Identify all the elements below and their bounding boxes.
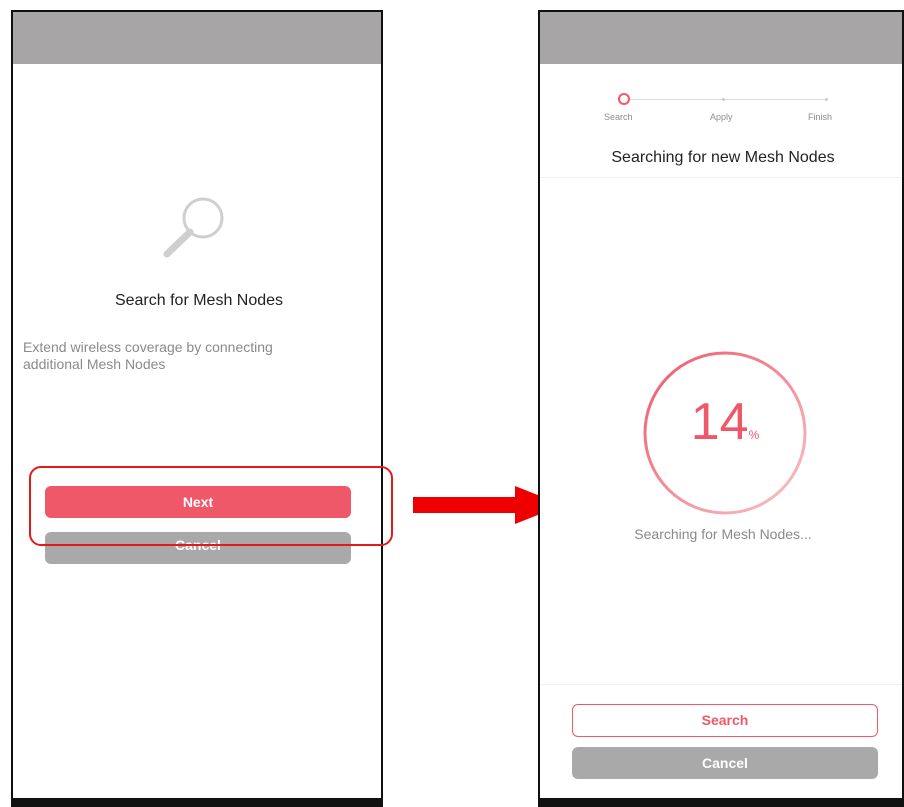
step-label-finish: Finish: [808, 112, 833, 122]
step-label-apply: Apply: [710, 112, 733, 122]
stepper: Search Apply Finish: [540, 90, 902, 130]
navigation-bar: [13, 798, 381, 805]
description-text: Extend wireless coverage by connecting a…: [23, 339, 273, 372]
page-title: Searching for new Mesh Nodes: [611, 149, 835, 166]
step-dot-search: [618, 93, 630, 105]
search-button[interactable]: Search: [572, 704, 878, 737]
step-dot-finish: [825, 98, 828, 101]
status-bar: [13, 12, 381, 64]
navigation-bar: [540, 798, 902, 805]
status-bar: [540, 12, 902, 64]
right-phone-screen: Search Apply Finish Searching for new Me…: [538, 10, 904, 807]
stepper-line: [630, 99, 826, 100]
cancel-button[interactable]: Cancel: [572, 747, 878, 779]
status-text: Searching for Mesh Nodes...: [634, 526, 812, 542]
divider: [540, 177, 902, 178]
page-title: Search for Mesh Nodes: [114, 292, 284, 309]
highlight-box: [29, 466, 393, 546]
step-dot-apply: [722, 98, 725, 101]
search-magnifier-icon: [163, 197, 224, 258]
progress-readout: 14%: [640, 392, 810, 452]
left-phone-screen: Search for Mesh Nodes Extend wireless co…: [11, 10, 383, 807]
progress-value: 14: [690, 393, 749, 451]
progress-unit: %: [748, 428, 760, 442]
step-label-search: Search: [604, 112, 633, 122]
footer-divider: [540, 684, 902, 685]
